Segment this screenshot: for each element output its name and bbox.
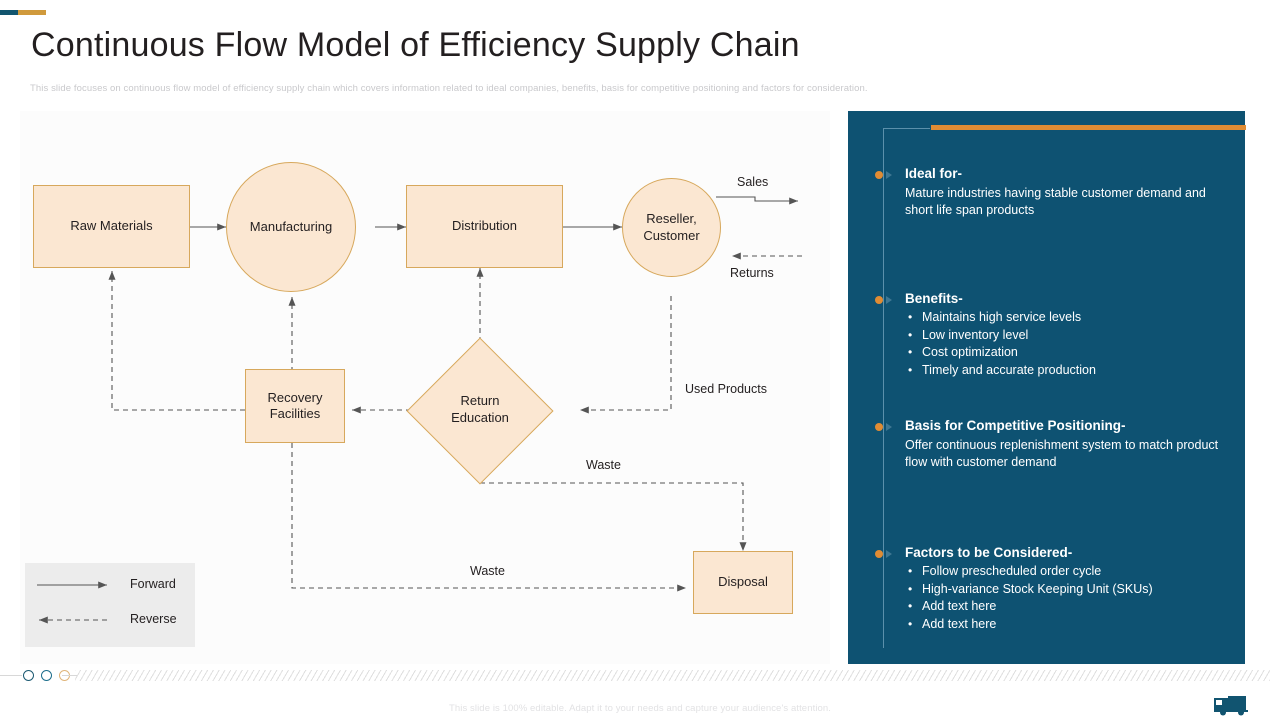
list-item: Timely and accurate production — [905, 362, 1225, 380]
node-reseller-line1: Reseller, — [646, 211, 697, 227]
list-item: Maintains high service levels — [905, 309, 1225, 327]
node-return-line1: Return — [460, 393, 500, 409]
bullet-dot-icon — [875, 550, 883, 558]
panel-heading: Benefits- — [905, 291, 963, 306]
bullet-triangle-icon — [886, 296, 892, 304]
panel-heading: Factors to be Considered- — [905, 545, 1073, 560]
list-item: Low inventory level — [905, 327, 1225, 345]
list-item: High-variance Stock Keeping Unit (SKUs) — [905, 581, 1225, 599]
node-manufacturing[interactable]: Manufacturing — [226, 162, 356, 292]
legend-label-reverse: Reverse — [130, 612, 177, 626]
edge-label-returns: Returns — [730, 266, 774, 280]
panel-block-basis-competitive-positioning[interactable]: Basis for Competitive Positioning- Offer… — [875, 418, 1225, 471]
page-title: Continuous Flow Model of Efficiency Supp… — [31, 26, 800, 64]
edge-label-waste-bottom: Waste — [470, 564, 505, 578]
list-item: Follow prescheduled order cycle — [905, 563, 1225, 581]
legend-arrows — [37, 581, 107, 624]
progress-dot-1[interactable] — [23, 670, 34, 681]
accent-bar-gold — [18, 10, 46, 15]
bullet-triangle-icon — [886, 550, 892, 558]
panel-orange-bar — [931, 125, 1246, 130]
panel-heading: Ideal for- — [905, 166, 963, 181]
footer-rule-left — [0, 675, 22, 676]
edge-label-used-products: Used Products — [685, 382, 767, 396]
panel-list: Follow prescheduled order cycle High-var… — [905, 563, 1225, 633]
footer-note: This slide is 100% editable. Adapt it to… — [448, 703, 832, 714]
supply-chain-flow-diagram: Forward Reverse Raw Materials Manufactur… — [20, 111, 830, 664]
edge-label-waste-top: Waste — [586, 458, 621, 472]
panel-list: Maintains high service levels Low invent… — [905, 309, 1225, 379]
page-subtitle: This slide focuses on continuous flow mo… — [30, 83, 868, 94]
node-reseller-line2: Customer — [643, 227, 700, 243]
edge-label-sales: Sales — [737, 175, 769, 189]
bullet-dot-icon — [875, 296, 883, 304]
list-item: Add text here — [905, 598, 1225, 616]
panel-heading: Basis for Competitive Positioning- — [905, 418, 1126, 433]
info-panel: Ideal for- Mature industries having stab… — [848, 111, 1246, 664]
node-distribution[interactable]: Distribution — [406, 185, 563, 268]
panel-body: Mature industries having stable customer… — [905, 186, 1206, 217]
node-recovery-facilities[interactable]: Recovery Facilities — [245, 369, 345, 443]
node-recovery-line2: Facilities — [269, 406, 321, 421]
legend-label-forward: Forward — [130, 577, 176, 591]
panel-top-rule — [883, 128, 930, 129]
node-return-education-label: Return Education — [451, 393, 509, 427]
footer-hatch-pattern — [75, 670, 1270, 681]
panel-body: Offer continuous replenishment system to… — [905, 438, 1219, 469]
panel-block-factors-considered[interactable]: Factors to be Considered- Follow presche… — [875, 545, 1225, 633]
node-return-line2: Education — [451, 410, 509, 425]
node-recovery-line1: Recovery — [267, 389, 323, 405]
node-reseller-customer[interactable]: Reseller, Customer — [622, 178, 721, 277]
node-return-education[interactable]: Return Education — [406, 337, 554, 485]
progress-dot-2[interactable] — [41, 670, 52, 681]
list-item: Add text here — [905, 616, 1225, 634]
accent-bar-teal — [0, 10, 18, 15]
panel-block-benefits[interactable]: Benefits- Maintains high service levels … — [875, 291, 1225, 379]
bullet-triangle-icon — [886, 171, 892, 179]
bullet-triangle-icon — [886, 423, 892, 431]
list-item: Cost optimization — [905, 344, 1225, 362]
truck-icon — [1214, 696, 1248, 716]
bullet-dot-icon — [875, 423, 883, 431]
bullet-dot-icon — [875, 171, 883, 179]
panel-block-ideal-for[interactable]: Ideal for- Mature industries having stab… — [875, 166, 1225, 219]
node-raw-materials[interactable]: Raw Materials — [33, 185, 190, 268]
slide-progress-dots[interactable] — [20, 670, 80, 686]
node-disposal[interactable]: Disposal — [693, 551, 793, 614]
